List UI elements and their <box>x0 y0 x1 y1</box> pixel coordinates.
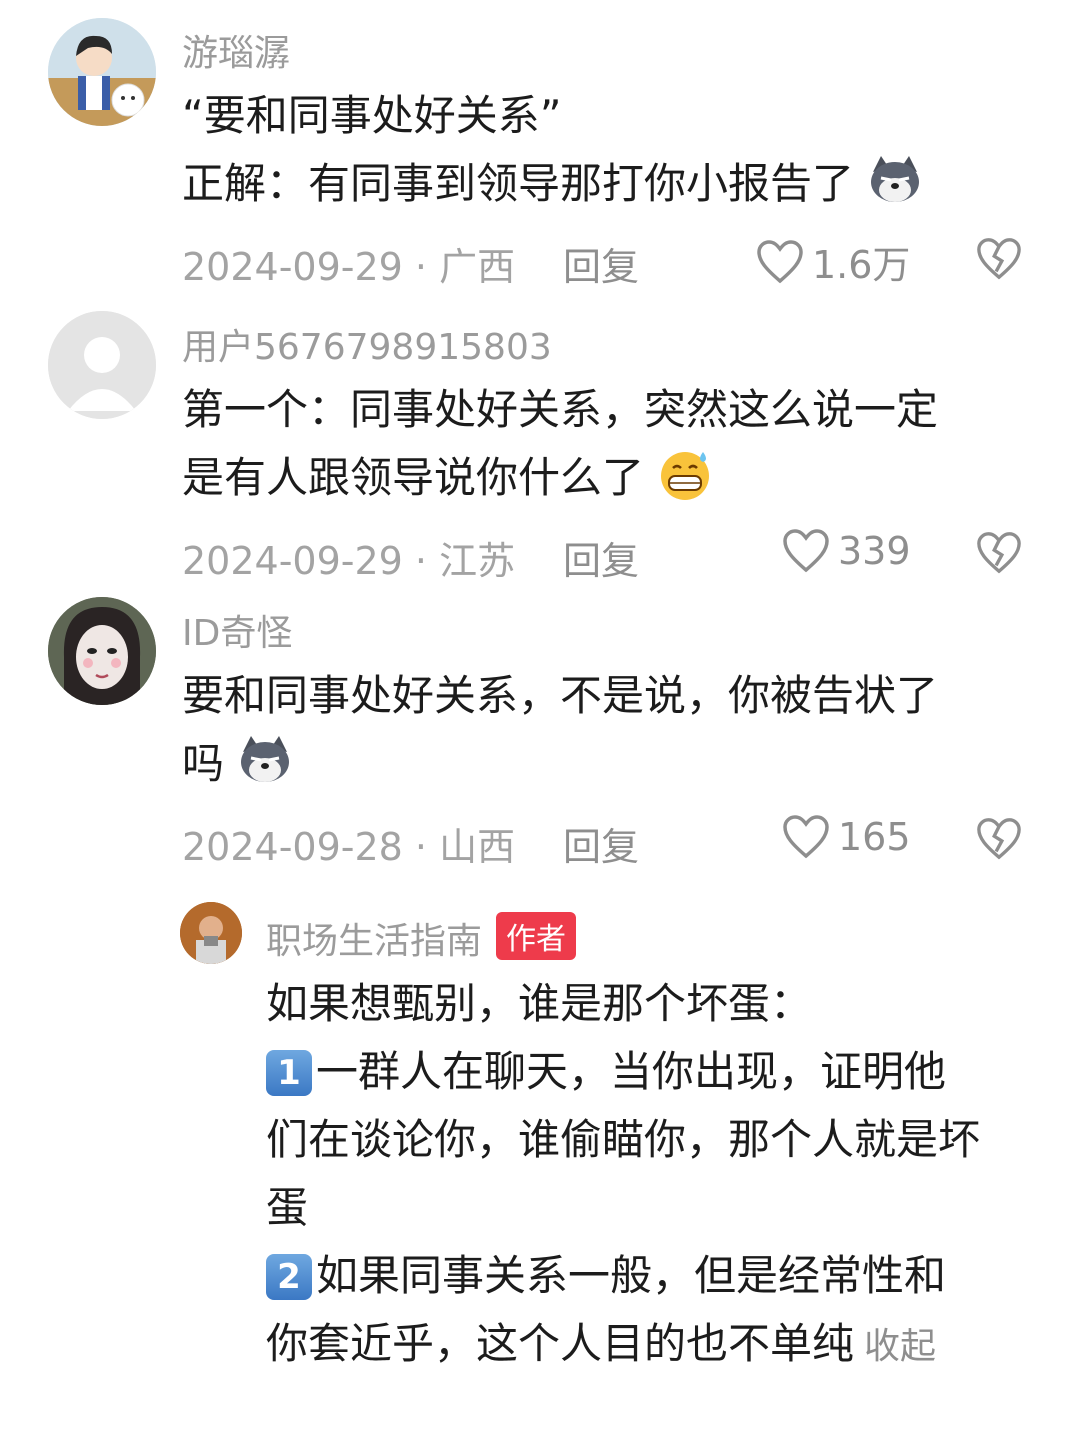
avatar-portrait-icon <box>48 597 156 705</box>
broken-heart-icon <box>977 818 1021 860</box>
dislike-button[interactable] <box>976 816 1022 866</box>
comment-text: 要和同事处好关系，不是说，你被告状了 吗 <box>182 662 938 798</box>
dislike-button[interactable] <box>976 236 1022 286</box>
broken-heart-icon <box>977 532 1021 574</box>
comment-line: 正解：有同事到领导那打你小报告了 <box>182 150 923 218</box>
number-1-icon: 1 <box>266 1050 312 1096</box>
reply-line: 你套近乎，这个人目的也不单纯 收起 <box>266 1319 937 1368</box>
comment-line: 吗 <box>182 730 938 798</box>
avatar-cartoon-boy-icon <box>48 18 156 126</box>
username[interactable]: 职场生活指南 作者 <box>266 912 577 964</box>
reply-text: 如果想甄别，谁是那个坏蛋： 1 一群人在聊天，当你出现，证明他 们在谈论你，谁偷瞄… <box>266 970 1056 1381</box>
date-location: 2024-09-29 · 广西 <box>182 245 516 289</box>
avatar[interactable] <box>48 311 156 419</box>
like-count: 1.6万 <box>812 243 911 287</box>
date-location: 2024-09-29 · 江苏 <box>182 539 516 583</box>
default-user-avatar-icon <box>48 311 156 419</box>
dislike-button[interactable] <box>976 530 1022 580</box>
broken-heart-icon <box>977 238 1021 280</box>
collapse-link[interactable]: 收起 <box>864 1326 936 1367</box>
username[interactable]: 用户5676798915803 <box>182 318 552 370</box>
username[interactable]: 游瑙潺 <box>182 24 290 76</box>
comment-line: 是有人跟领导说你什么了 <box>182 444 938 512</box>
avatar[interactable] <box>48 18 156 126</box>
comment-text: “要和同事处好关系” 正解：有同事到领导那打你小报告了 <box>182 82 923 218</box>
heart-icon <box>783 529 829 573</box>
reply-line: 如果想甄别，谁是那个坏蛋： <box>266 979 813 1028</box>
comment-text: 第一个：同事处好关系，突然这么说一定 是有人跟领导说你什么了 <box>182 376 938 512</box>
comment-line: 要和同事处好关系，不是说，你被告状了 <box>182 671 939 720</box>
author-badge: 作者 <box>496 912 577 960</box>
reply-button[interactable]: 回复 <box>563 816 639 871</box>
comment-line: 第一个：同事处好关系，突然这么说一定 <box>182 385 939 434</box>
husky-emoji-icon <box>871 156 920 202</box>
heart-icon <box>783 815 829 859</box>
username-text: 职场生活指南 <box>266 921 483 962</box>
reply-button[interactable]: 回复 <box>563 236 639 291</box>
like-button[interactable]: 339 <box>782 528 911 574</box>
grimace-sweat-emoji-icon <box>661 452 710 500</box>
comment-line: “要和同事处好关系” <box>182 91 562 140</box>
reply-line: 们在谈论你，谁偷瞄你，那个人就是坏 <box>266 1115 981 1164</box>
reply-line: 蛋 <box>266 1183 309 1232</box>
heart-icon <box>757 239 803 283</box>
like-button[interactable]: 1.6万 <box>756 234 910 289</box>
date-location: 2024-09-28 · 山西 <box>182 825 516 869</box>
number-2-icon: 2 <box>266 1254 312 1300</box>
like-count: 339 <box>838 529 911 573</box>
husky-emoji-icon <box>241 736 290 782</box>
avatar[interactable] <box>180 902 242 964</box>
username[interactable]: ID奇怪 <box>182 604 292 656</box>
like-button[interactable]: 165 <box>782 814 911 860</box>
avatar-photo-icon <box>180 902 242 964</box>
reply-button[interactable]: 回复 <box>563 530 639 585</box>
like-count: 165 <box>838 815 911 859</box>
reply-line: 1 一群人在聊天，当你出现，证明他 <box>266 1038 1056 1106</box>
avatar[interactable] <box>48 597 156 705</box>
reply-line: 2 如果同事关系一般，但是经常性和 <box>266 1242 1056 1310</box>
